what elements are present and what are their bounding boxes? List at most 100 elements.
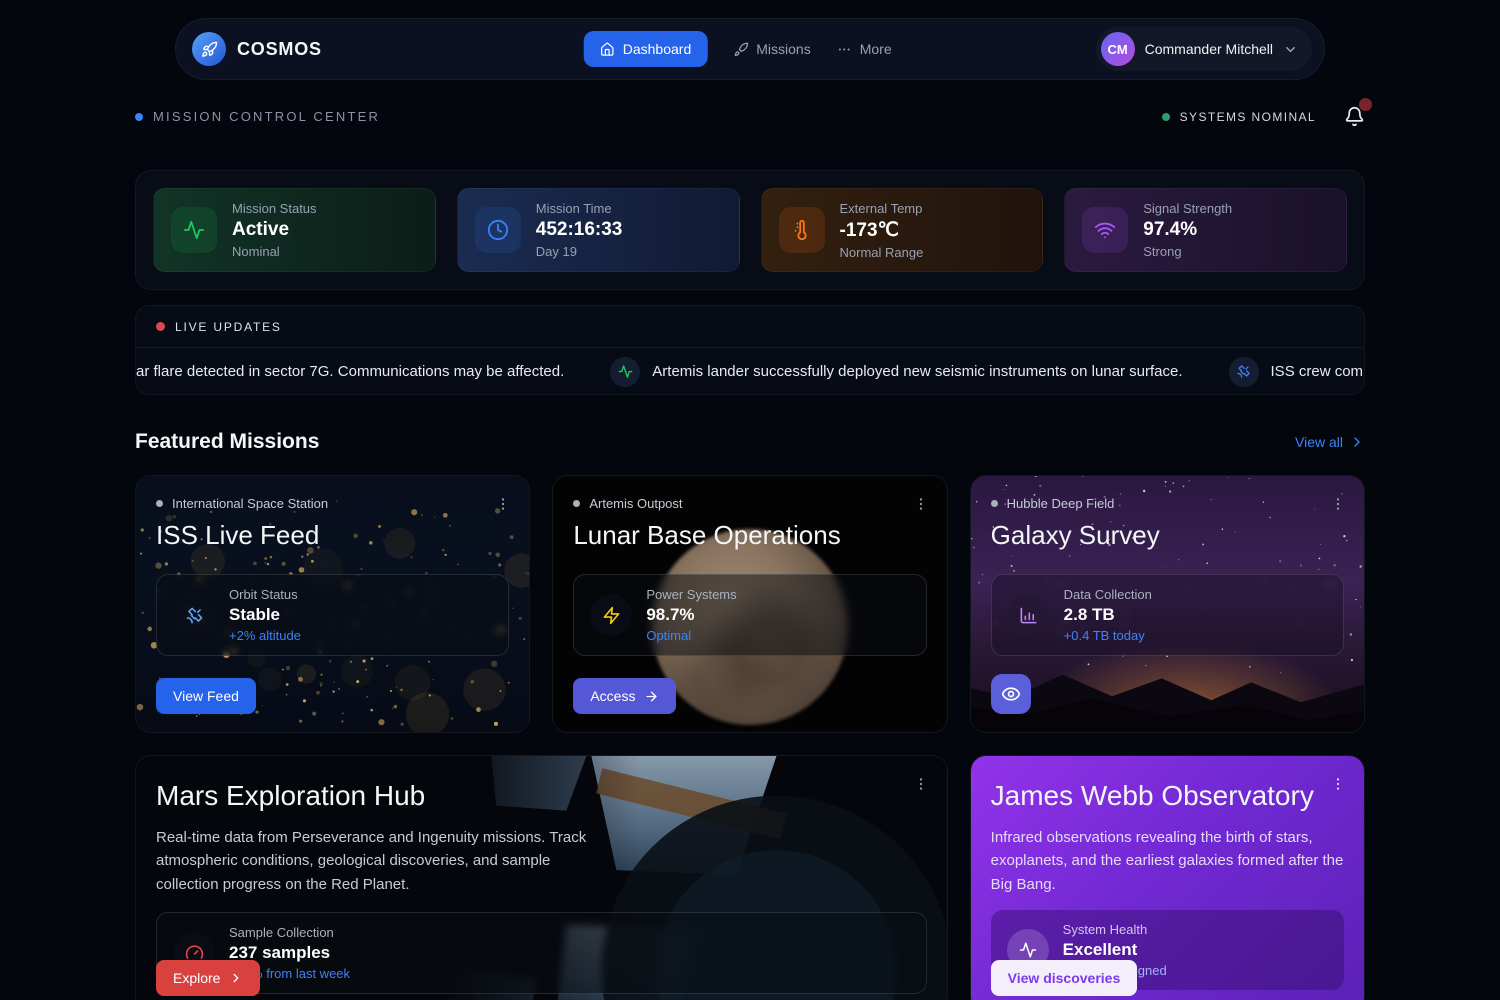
bar-chart-icon: [1008, 594, 1050, 636]
stat-value: Excellent: [1063, 940, 1167, 960]
status-row: MISSION CONTROL CENTER SYSTEMS NOMINAL: [135, 106, 1365, 127]
view-all-label: View all: [1295, 434, 1343, 450]
nav-item-dashboard[interactable]: Dashboard: [584, 31, 708, 67]
chevron-right-icon: [229, 971, 243, 985]
card-title: Galaxy Survey: [991, 520, 1344, 551]
live-updates-title: LIVE UPDATES: [175, 320, 282, 334]
card-category: International Space Station: [156, 496, 509, 511]
stat-label: Sample Collection: [229, 925, 350, 940]
card-category: Hubble Deep Field: [991, 496, 1344, 511]
section-title: Featured Missions: [135, 430, 319, 454]
stat-delta: +2% altitude: [229, 628, 301, 643]
zap-icon: [590, 594, 632, 636]
stat-label: Data Collection: [1064, 587, 1152, 602]
card-menu-button[interactable]: [1326, 772, 1350, 796]
stat-label: Signal Strength: [1143, 201, 1232, 216]
mission-cards-grid: International Space Station ISS Live Fee…: [135, 475, 1365, 1000]
nav-menu: Dashboard Missions More: [584, 31, 892, 67]
nav-item-more[interactable]: More: [837, 41, 892, 57]
stat-delta: +0.4 TB today: [1064, 628, 1152, 643]
stat-sub: Nominal: [232, 244, 317, 259]
stat-value: Active: [232, 219, 317, 241]
card-stat-box: Sample Collection 237 samples +12% from …: [156, 912, 927, 994]
button-label: Access: [590, 688, 635, 704]
satellite-icon: [1229, 357, 1259, 387]
notifications-button[interactable]: [1344, 106, 1365, 127]
wifi-icon: [1082, 207, 1128, 253]
ticker-item: Artemis lander successfully deployed new…: [610, 357, 1182, 387]
satellite-icon: [173, 594, 215, 636]
stat-card-mission-status: Mission Status Active Nominal: [153, 188, 436, 272]
chevron-down-icon: [1283, 42, 1298, 57]
live-updates-ticker: ar flare detected in sector 7G. Communic…: [136, 348, 1364, 395]
nav-item-label: Missions: [756, 41, 810, 57]
stat-value: -173℃: [840, 219, 924, 242]
ticker-text: ar flare detected in sector 7G. Communic…: [136, 363, 564, 380]
featured-header: Featured Missions View all: [135, 430, 1365, 454]
system-status-label: SYSTEMS NOMINAL: [1180, 110, 1316, 124]
activity-icon: [171, 207, 217, 253]
card-stat-box: Data Collection 2.8 TB +0.4 TB today: [991, 574, 1344, 656]
stat-value: Stable: [229, 605, 301, 625]
stat-value: 97.4%: [1143, 219, 1232, 241]
page-title-group: MISSION CONTROL CENTER: [135, 109, 380, 124]
stat-value: 452:16:33: [536, 219, 623, 241]
mission-card-lunar: Artemis Outpost Lunar Base Operations Po…: [552, 475, 947, 733]
card-description: Real-time data from Perseverance and Ing…: [156, 826, 601, 896]
blue-dot: [135, 113, 143, 121]
top-nav: COSMOS Dashboard Missions More CM Comman…: [175, 18, 1325, 80]
live-updates-panel: LIVE UPDATES ar flare detected in sector…: [135, 305, 1365, 395]
ellipsis-icon: [837, 42, 852, 57]
category-label: International Space Station: [172, 496, 328, 511]
clock-icon: [475, 207, 521, 253]
activity-icon: [610, 357, 640, 387]
card-menu-button[interactable]: [909, 772, 933, 796]
nav-item-missions[interactable]: Missions: [733, 41, 810, 57]
view-button[interactable]: [991, 674, 1031, 714]
view-all-link[interactable]: View all: [1295, 434, 1365, 450]
view-discoveries-button[interactable]: View discoveries: [991, 960, 1138, 996]
home-icon: [600, 42, 615, 57]
brand-name: COSMOS: [237, 39, 322, 60]
mission-card-iss: International Space Station ISS Live Fee…: [135, 475, 530, 733]
card-menu-button[interactable]: [909, 492, 933, 516]
stat-label: Orbit Status: [229, 587, 301, 602]
stat-label: External Temp: [840, 201, 924, 216]
nav-item-label: Dashboard: [623, 41, 692, 57]
category-label: Hubble Deep Field: [1007, 496, 1115, 511]
stat-label: System Health: [1063, 922, 1167, 937]
explore-button[interactable]: Explore: [156, 960, 260, 996]
user-menu[interactable]: CM Commander Mitchell: [1096, 27, 1312, 71]
access-button[interactable]: Access: [573, 678, 676, 714]
nav-item-label: More: [860, 41, 892, 57]
stat-card-mission-time: Mission Time 452:16:33 Day 19: [457, 188, 740, 272]
button-label: View discoveries: [1008, 970, 1121, 986]
avatar: CM: [1101, 32, 1135, 66]
spotlight-card-webb: James Webb Observatory Infrared observat…: [970, 755, 1365, 1000]
card-title: Lunar Base Operations: [573, 520, 926, 551]
category-dot: [573, 500, 580, 507]
ticker-item: ISS crew completes critical E: [1229, 357, 1364, 387]
card-category: Artemis Outpost: [573, 496, 926, 511]
stat-value: 98.7%: [646, 605, 736, 625]
ticker-text: ISS crew completes critical E: [1271, 363, 1364, 380]
chevron-right-icon: [1349, 434, 1365, 450]
category-dot: [156, 500, 163, 507]
card-menu-button[interactable]: [491, 492, 515, 516]
rocket-icon: [733, 42, 748, 57]
button-label: View Feed: [173, 688, 239, 704]
notification-badge: [1359, 98, 1372, 111]
stat-value: 2.8 TB: [1064, 605, 1152, 625]
ticker-text: Artemis lander successfully deployed new…: [652, 363, 1182, 380]
card-menu-button[interactable]: [1326, 492, 1350, 516]
stats-panel: Mission Status Active Nominal Mission Ti…: [135, 170, 1365, 290]
view-feed-button[interactable]: View Feed: [156, 678, 256, 714]
page-title: MISSION CONTROL CENTER: [153, 109, 380, 124]
brand: COSMOS: [192, 32, 322, 66]
ticker-item: ar flare detected in sector 7G. Communic…: [136, 363, 564, 380]
stat-label: Power Systems: [646, 587, 736, 602]
category-dot: [991, 500, 998, 507]
live-dot: [156, 322, 165, 331]
card-title: ISS Live Feed: [156, 520, 509, 551]
button-label: Explore: [173, 970, 220, 986]
